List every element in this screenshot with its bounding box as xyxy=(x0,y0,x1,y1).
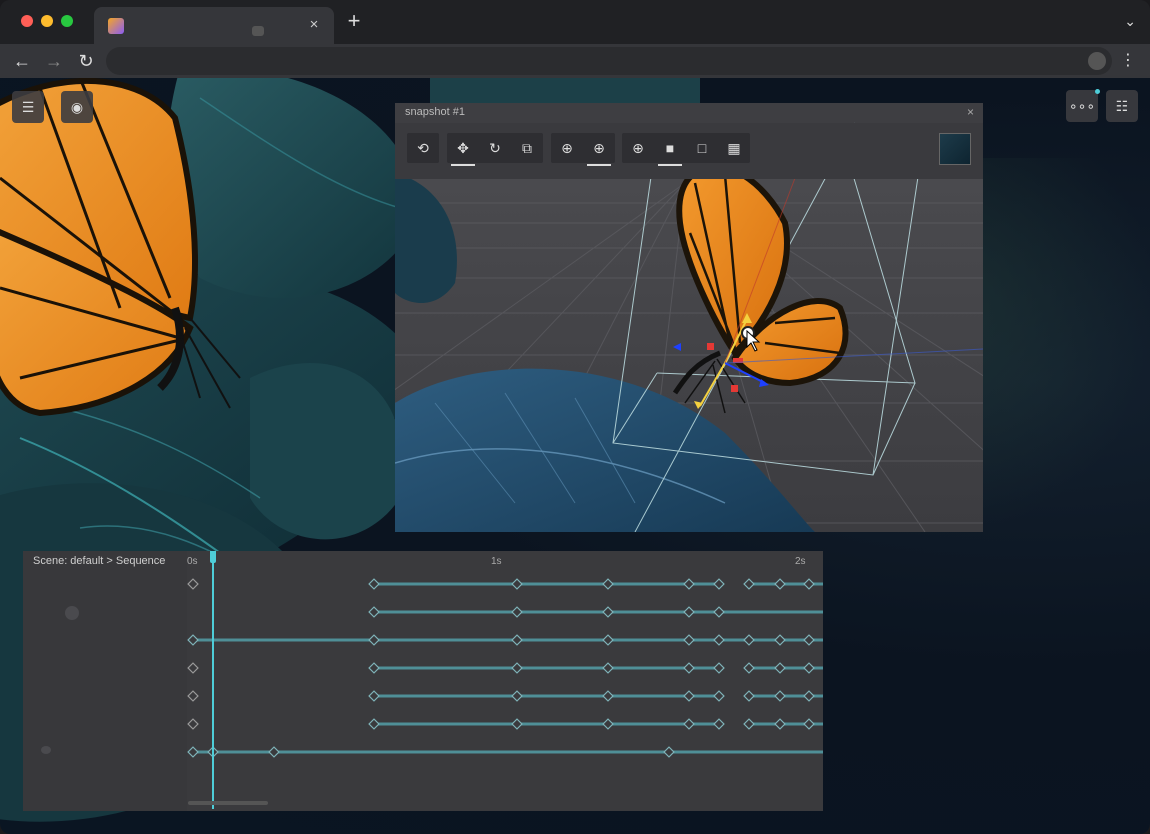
address-bar[interactable] xyxy=(106,47,1112,75)
keyframe[interactable] xyxy=(602,690,614,702)
playhead[interactable] xyxy=(210,551,216,809)
cube-outline-icon[interactable]: □ xyxy=(686,133,718,163)
keyframe[interactable] xyxy=(511,690,523,702)
browser-window: × + ⌄ ← → ↻ ⋮ ☰ ◉ ∘∘∘ ☷ snapshot #1 × ⟲ … xyxy=(0,0,1150,834)
keyframe[interactable] xyxy=(602,662,614,674)
notification-dot xyxy=(1095,89,1100,94)
keyframe[interactable] xyxy=(743,718,755,730)
keyframe[interactable] xyxy=(368,634,380,646)
keyframe[interactable] xyxy=(743,662,755,674)
keyframe[interactable] xyxy=(187,634,199,646)
reload-button[interactable]: ↻ xyxy=(74,49,98,73)
keyframe[interactable] xyxy=(743,634,755,646)
sequence-timeline[interactable]: Scene: default > Sequence 0s 1s 2s xyxy=(23,551,823,811)
keyframe[interactable] xyxy=(683,606,695,618)
forward-button[interactable]: → xyxy=(42,49,66,73)
tab-bar: × + ⌄ xyxy=(0,0,1150,44)
scale-icon[interactable]: ⧉ xyxy=(511,133,543,163)
keyframe[interactable] xyxy=(713,662,725,674)
keyframe[interactable] xyxy=(511,634,523,646)
maximize-window-button[interactable] xyxy=(61,15,73,27)
keyframe[interactable] xyxy=(683,662,695,674)
browser-tab[interactable]: × xyxy=(94,7,334,44)
keyframe[interactable] xyxy=(187,662,199,674)
keyframe[interactable] xyxy=(268,746,280,758)
keyframe[interactable] xyxy=(743,578,755,590)
toolbar-group-sync: ⟲ xyxy=(407,133,439,163)
globe-small-icon[interactable]: ⊕ xyxy=(622,133,654,163)
keyframe[interactable] xyxy=(187,690,199,702)
keyframe[interactable] xyxy=(743,690,755,702)
keyframe[interactable] xyxy=(602,634,614,646)
browser-toolbar: ← → ↻ ⋮ xyxy=(0,44,1150,78)
keyframe[interactable] xyxy=(663,746,675,758)
keyframe[interactable] xyxy=(368,662,380,674)
toolbar-group-transform: ✥ ↻ ⧉ xyxy=(447,133,543,166)
timeline-scrollbar[interactable] xyxy=(188,801,268,805)
scene-viewport[interactable]: ☰ ◉ ∘∘∘ ☷ snapshot #1 × ⟲ ✥ ↻ ⧉ ⊕ ⊕ ⊕ ■ … xyxy=(0,78,1150,834)
keyframe[interactable] xyxy=(511,718,523,730)
keyframe[interactable] xyxy=(774,662,786,674)
cube-solid-icon[interactable]: ■ xyxy=(654,133,686,166)
keyframe[interactable] xyxy=(683,578,695,590)
camera-button[interactable]: ◉ xyxy=(61,91,93,123)
keyframe[interactable] xyxy=(602,606,614,618)
rotate-icon[interactable]: ↻ xyxy=(479,133,511,163)
favicon-icon xyxy=(108,18,124,34)
keyframe[interactable] xyxy=(713,718,725,730)
minimize-window-button[interactable] xyxy=(41,15,53,27)
snapshot-panel[interactable]: snapshot #1 × ⟲ ✥ ↻ ⧉ ⊕ ⊕ ⊕ ■ □ ▦ xyxy=(395,103,983,532)
back-button[interactable]: ← xyxy=(10,49,34,73)
tab-close-button[interactable]: × xyxy=(304,15,324,35)
keyframe[interactable] xyxy=(713,690,725,702)
snapshot-thumbnail[interactable] xyxy=(939,133,971,165)
sync-icon[interactable]: ⟲ xyxy=(407,133,439,163)
keyframe[interactable] xyxy=(713,578,725,590)
keyframe[interactable] xyxy=(803,690,815,702)
keyframe-tracks[interactable] xyxy=(23,551,823,811)
browser-menu-button[interactable]: ⋮ xyxy=(1120,52,1136,70)
keyframe[interactable] xyxy=(368,690,380,702)
playhead-handle[interactable] xyxy=(210,551,216,563)
keyframe[interactable] xyxy=(774,718,786,730)
keyframe[interactable] xyxy=(602,578,614,590)
keyframe[interactable] xyxy=(187,718,199,730)
keyframe[interactable] xyxy=(187,578,199,590)
close-window-button[interactable] xyxy=(21,15,33,27)
audio-icon xyxy=(252,26,264,36)
toolbar-group-space: ⊕ ⊕ xyxy=(551,133,615,166)
keyframe[interactable] xyxy=(602,718,614,730)
keyframe[interactable] xyxy=(803,718,815,730)
outliner-button[interactable]: ☰ xyxy=(12,91,44,123)
local-icon[interactable]: ⊕ xyxy=(583,133,615,166)
keyframe[interactable] xyxy=(368,606,380,618)
keyframe[interactable] xyxy=(683,634,695,646)
keyframe[interactable] xyxy=(803,634,815,646)
toolbar-group-shading: ⊕ ■ □ ▦ xyxy=(622,133,750,166)
keyframe[interactable] xyxy=(511,578,523,590)
more-button[interactable]: ∘∘∘ xyxy=(1066,90,1098,122)
keyframe[interactable] xyxy=(803,578,815,590)
cube-wire-icon[interactable]: ▦ xyxy=(718,133,750,163)
tab-search-button[interactable]: ⌄ xyxy=(1124,13,1136,30)
snapshot-toolbar: ⟲ ✥ ↻ ⧉ ⊕ ⊕ ⊕ ■ □ ▦ xyxy=(395,123,983,179)
profile-icon[interactable] xyxy=(1088,52,1106,70)
keyframe[interactable] xyxy=(368,718,380,730)
keyframe[interactable] xyxy=(683,690,695,702)
keyframe[interactable] xyxy=(774,690,786,702)
keyframe[interactable] xyxy=(511,606,523,618)
keyframe[interactable] xyxy=(774,634,786,646)
keyframe[interactable] xyxy=(774,578,786,590)
keyframe[interactable] xyxy=(511,662,523,674)
keyframe[interactable] xyxy=(803,662,815,674)
globe-icon[interactable]: ⊕ xyxy=(551,133,583,163)
keyframe[interactable] xyxy=(187,746,199,758)
keyframe[interactable] xyxy=(713,634,725,646)
keyframe[interactable] xyxy=(368,578,380,590)
keyframe[interactable] xyxy=(713,606,725,618)
move-icon[interactable]: ✥ xyxy=(447,133,479,166)
keyframe[interactable] xyxy=(683,718,695,730)
new-tab-button[interactable]: + xyxy=(343,10,365,33)
settings-button[interactable]: ☷ xyxy=(1106,90,1138,122)
